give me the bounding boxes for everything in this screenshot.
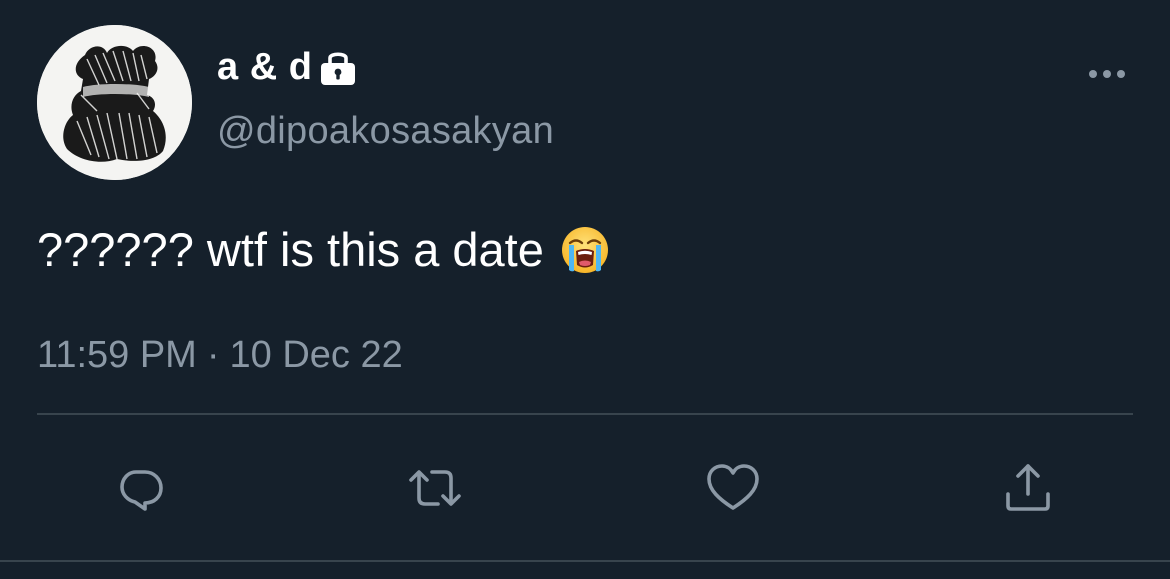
bottom-divider	[0, 560, 1170, 562]
retweet-icon[interactable]	[405, 458, 465, 518]
name-row: a & d	[217, 42, 360, 92]
display-name[interactable]: a & d	[217, 46, 312, 89]
divider	[37, 413, 1133, 415]
lock-icon	[316, 45, 360, 89]
more-horizontal-icon[interactable]	[1085, 62, 1129, 86]
tweet-timestamp[interactable]: 11:59 PM · 10 Dec 22	[37, 334, 403, 377]
tweet-container: a & d @dipoakosasakyan ?????? wtf is thi…	[0, 0, 1170, 579]
meta-separator: ·	[206, 334, 220, 376]
tweet-time: 11:59 PM	[37, 334, 197, 376]
share-icon[interactable]	[998, 458, 1058, 518]
reply-icon[interactable]	[111, 458, 171, 518]
tweet-date: 10 Dec 22	[229, 334, 403, 376]
avatar[interactable]	[37, 25, 192, 180]
user-handle[interactable]: @dipoakosasakyan	[217, 110, 554, 153]
avatar-image	[37, 25, 192, 180]
tweet-text: ?????? wtf is this a date	[37, 223, 544, 276]
tweet-text-row: ?????? wtf is this a date	[37, 222, 610, 277]
heart-icon[interactable]	[703, 458, 763, 518]
loudly-crying-face-emoji	[560, 225, 610, 275]
